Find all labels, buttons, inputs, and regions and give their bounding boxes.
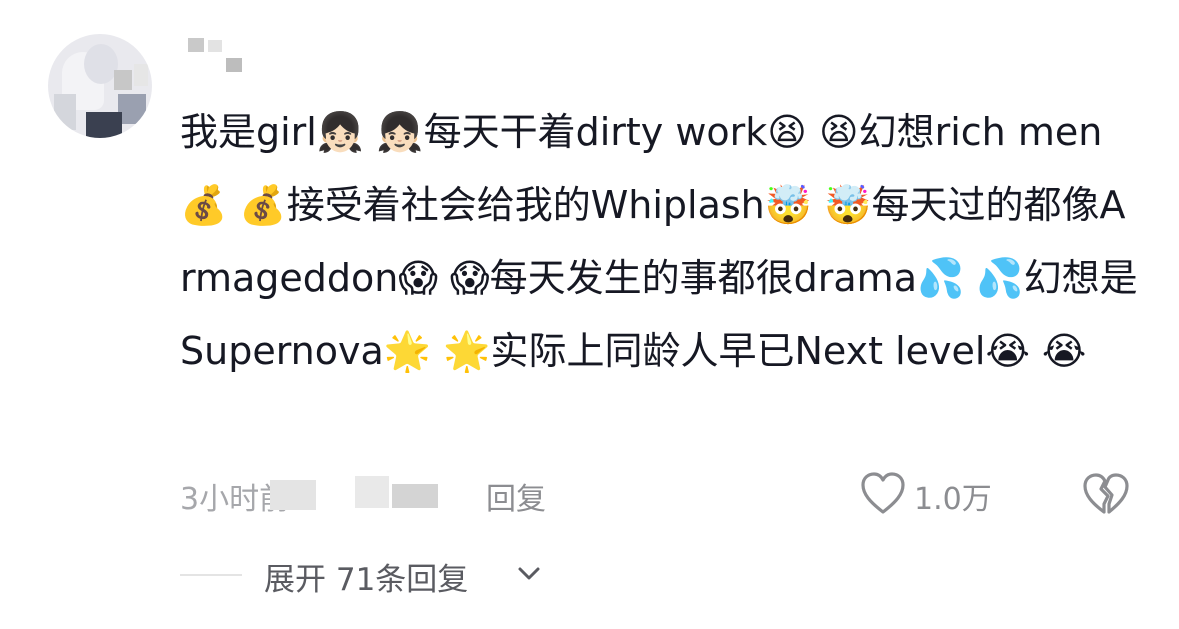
- comment-text: 我是girl👧🏻 👧🏻每天干着dirty work😫 😫幻想rich men💰 …: [180, 110, 1138, 373]
- broken-heart-icon[interactable]: [1082, 472, 1130, 516]
- avatar-blur-block: [54, 94, 76, 130]
- username-redacted[interactable]: [186, 38, 246, 72]
- redaction-block: [355, 476, 389, 508]
- avatar-blur-block: [118, 94, 146, 124]
- redaction-block: [226, 58, 242, 72]
- chevron-down-icon: [518, 567, 540, 580]
- comment-meta-bar: 3小时前 回复 1.0万: [180, 470, 1160, 520]
- expand-replies-button[interactable]: 展开 71条回复: [180, 552, 680, 598]
- like-count: 1.0万: [914, 482, 992, 517]
- avatar-blur-block: [86, 112, 122, 138]
- avatar-blur-block: [84, 44, 118, 84]
- avatar-blur-block: [134, 64, 148, 86]
- heart-outline-icon: [861, 472, 905, 514]
- avatar[interactable]: [48, 34, 152, 138]
- avatar-blur-block: [114, 70, 132, 90]
- reply-button[interactable]: 回复: [486, 474, 546, 518]
- redaction-block: [188, 38, 204, 52]
- divider: [180, 574, 242, 576]
- redaction-block: [392, 484, 438, 508]
- redaction-block: [270, 480, 316, 510]
- redaction-block: [208, 40, 222, 52]
- expand-replies-label: 展开 71条回复: [264, 562, 469, 598]
